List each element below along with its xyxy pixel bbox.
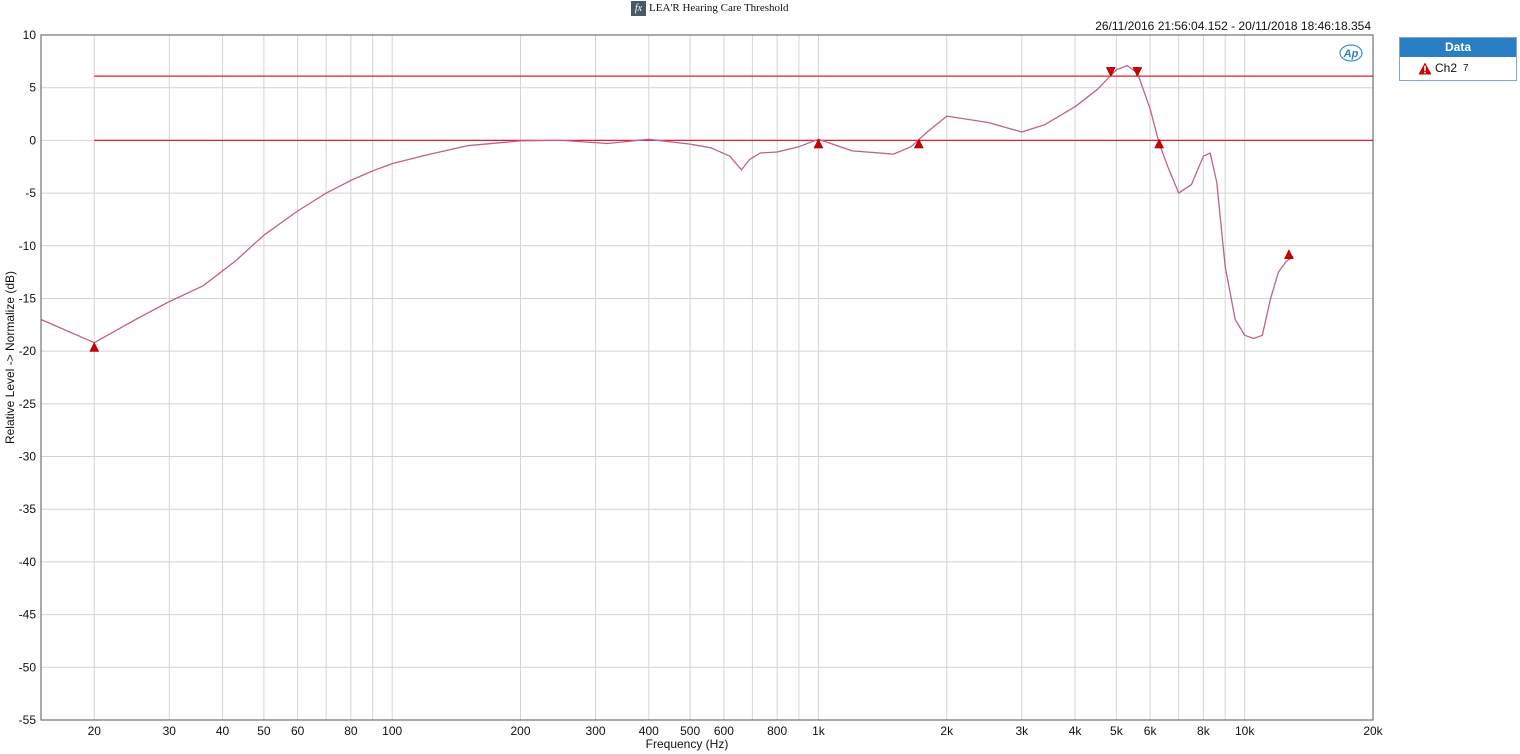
y-tick-label: 10 — [23, 28, 37, 42]
x-tick-label: 50 — [257, 724, 271, 738]
x-tick-label: 80 — [344, 724, 358, 738]
x-tick-label: 5k — [1110, 724, 1124, 738]
x-tick-label: 500 — [680, 724, 700, 738]
y-tick-labels: 10 5 0 -5 -10 -15 -20 -25 -30 -35 -40 -45 -50 -55 — [19, 28, 37, 727]
y-tick-label: -30 — [19, 450, 37, 464]
x-tick-label: 800 — [767, 724, 787, 738]
grid — [41, 34, 1374, 721]
x-tick-label: 4k — [1069, 724, 1083, 738]
y-tick-label: -35 — [19, 502, 37, 516]
y-tick-label: -55 — [19, 713, 37, 727]
x-tick-label: 100 — [382, 724, 402, 738]
x-tick-label: 200 — [510, 724, 530, 738]
warning-triangle-icon — [1418, 62, 1432, 74]
y-tick-label: -5 — [25, 186, 36, 200]
marker-layer — [89, 67, 1294, 352]
y-axis-label: Relative Level -> Normalize (dB) — [3, 271, 17, 444]
y-tick-label: -10 — [19, 239, 37, 253]
x-tick-label: 20k — [1363, 724, 1383, 738]
x-tick-label: 30 — [163, 724, 177, 738]
y-tick-label: -45 — [19, 608, 37, 622]
x-tick-label: 20 — [88, 724, 102, 738]
y-tick-label: -20 — [19, 344, 37, 358]
x-tick-labels: 20 30 40 50 60 80 100 200 300 400 500 600 800 1k 2k 3k 4… — [88, 724, 1384, 738]
x-tick-label: 10k — [1235, 724, 1255, 738]
legend-item-label: Ch2 — [1435, 61, 1458, 75]
x-tick-label: 1k — [812, 724, 826, 738]
plot-frame — [40, 34, 1374, 721]
x-tick-label: 600 — [714, 724, 734, 738]
frequency-response-chart: 20 30 40 50 60 80 100 200 300 400 500 600 800 1k 2k 3k 4… — [3, 28, 1384, 751]
x-tick-label: 400 — [639, 724, 659, 738]
data-marker — [1284, 249, 1294, 259]
legend-panel: Data Ch2 7 — [1399, 37, 1517, 81]
x-tick-label: 300 — [586, 724, 606, 738]
x-tick-label: 3k — [1015, 724, 1029, 738]
legend-item-ch2[interactable]: Ch2 7 — [1400, 57, 1516, 79]
series-line-ch2 — [40, 64, 1294, 344]
y-tick-label: -40 — [19, 555, 37, 569]
x-tick-label: 60 — [291, 724, 305, 738]
reference-lines — [94, 75, 1373, 142]
legend-header: Data — [1400, 38, 1516, 57]
x-tick-label: 40 — [216, 724, 230, 738]
y-tick-label: -25 — [19, 397, 37, 411]
y-tick-label: -50 — [19, 660, 37, 674]
x-tick-label: 2k — [940, 724, 954, 738]
y-tick-label: 0 — [29, 133, 36, 147]
x-axis-label: Frequency (Hz) — [646, 737, 729, 751]
ap-logo-icon: Ap — [1339, 44, 1363, 62]
data-marker — [1132, 67, 1143, 77]
series-layer — [40, 64, 1294, 344]
y-tick-label: 5 — [29, 81, 36, 95]
y-tick-label: -15 — [19, 291, 37, 305]
data-marker — [89, 341, 100, 352]
ap-logo-text: Ap — [1343, 48, 1359, 60]
x-tick-label: 6k — [1144, 724, 1158, 738]
legend-item-sub: 7 — [1463, 62, 1469, 74]
x-tick-label: 8k — [1197, 724, 1211, 738]
